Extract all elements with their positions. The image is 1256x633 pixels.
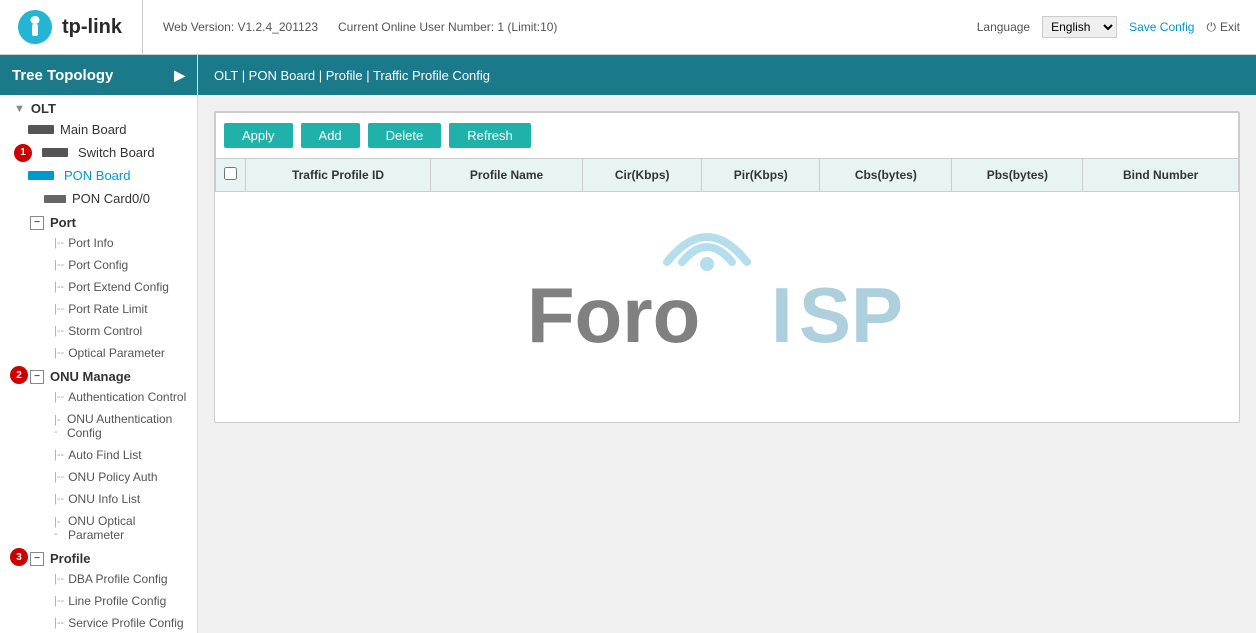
- breadcrumb: OLT | PON Board | Profile | Traffic Prof…: [214, 68, 490, 83]
- delete-button[interactable]: Delete: [368, 123, 442, 148]
- minus-icon: ▼: [14, 103, 25, 115]
- header: tp-link Web Version: V1.2.4_201123 Curre…: [0, 0, 1256, 55]
- badge-3: 3: [10, 548, 28, 566]
- col-cbs: Cbs(bytes): [820, 159, 952, 192]
- col-checkbox: [216, 159, 246, 192]
- svg-text:Foro: Foro: [527, 271, 700, 359]
- sidebar-tree: ▼ OLT Main Board 1 Switch Board PON Boar…: [0, 95, 197, 633]
- col-traffic-profile-id: Traffic Profile ID: [246, 159, 431, 192]
- col-pir: Pir(Kbps): [702, 159, 820, 192]
- add-button[interactable]: Add: [301, 123, 360, 148]
- sidebar-item-main-board[interactable]: Main Board: [0, 118, 197, 141]
- header-info: Web Version: V1.2.4_201123 Current Onlin…: [143, 20, 977, 34]
- language-select[interactable]: English Chinese: [1042, 16, 1117, 38]
- sidebar-section-profile[interactable]: 3 − Profile: [0, 546, 197, 568]
- refresh-button[interactable]: Refresh: [449, 123, 531, 148]
- col-bind-number: Bind Number: [1083, 159, 1239, 192]
- brand-name: tp-link: [62, 16, 122, 39]
- minus-box-profile: −: [30, 552, 44, 566]
- breadcrumb-bar: OLT | PON Board | Profile | Traffic Prof…: [198, 55, 1256, 95]
- header-right: Language English Chinese Save Config ⏻ E…: [977, 16, 1240, 38]
- col-cir: Cir(Kbps): [583, 159, 702, 192]
- logo-area: tp-link: [16, 0, 143, 54]
- sidebar-item-port-config[interactable]: Port Config: [0, 254, 197, 276]
- collapse-arrow-icon[interactable]: ▶: [174, 67, 185, 84]
- button-row: Apply Add Delete Refresh: [215, 112, 1239, 158]
- badge-1: 1: [14, 144, 32, 162]
- sidebar-item-port-rate-limit[interactable]: Port Rate Limit: [0, 298, 197, 320]
- tp-link-logo: [16, 8, 54, 46]
- sidebar-item-auth-control[interactable]: Authentication Control: [0, 386, 197, 408]
- device-icon-main: [28, 125, 54, 134]
- sidebar-section-onu-manage[interactable]: 2 − ONU Manage: [0, 364, 197, 386]
- sidebar-item-storm-control[interactable]: Storm Control: [0, 320, 197, 342]
- sidebar: Tree Topology ▶ ▼ OLT Main Board 1 Switc…: [0, 55, 198, 633]
- table-container: Apply Add Delete Refresh Traffic Profile…: [214, 111, 1240, 423]
- sidebar-item-pon-board[interactable]: PON Board: [0, 164, 197, 187]
- sidebar-item-dba-profile[interactable]: DBA Profile Config: [0, 568, 197, 590]
- save-config-button[interactable]: Save Config: [1129, 20, 1194, 34]
- sidebar-section-port[interactable]: − Port: [0, 210, 197, 232]
- tree-topology-header: Tree Topology ▶: [0, 55, 197, 95]
- col-pbs: Pbs(bytes): [952, 159, 1083, 192]
- sidebar-item-onu-policy-auth[interactable]: ONU Policy Auth: [0, 466, 197, 488]
- main-layout: Tree Topology ▶ ▼ OLT Main Board 1 Switc…: [0, 55, 1256, 633]
- minus-box-port: −: [30, 216, 44, 230]
- svg-text:SP: SP: [799, 271, 903, 359]
- col-profile-name: Profile Name: [430, 159, 582, 192]
- power-icon: ⏻: [1206, 20, 1216, 35]
- foroisp-watermark: Foro I SP: [507, 232, 947, 382]
- exit-button[interactable]: ⏻ Exit: [1206, 20, 1240, 35]
- language-label: Language: [977, 20, 1030, 34]
- sidebar-item-switch-board[interactable]: 1 Switch Board: [0, 141, 197, 164]
- sidebar-item-port-extend-config[interactable]: Port Extend Config: [0, 276, 197, 298]
- sidebar-item-service-profile[interactable]: Service Profile Config: [0, 612, 197, 633]
- tree-topology-title: Tree Topology: [12, 67, 113, 84]
- sidebar-item-onu-optical-param[interactable]: ONU Optical Parameter: [0, 510, 197, 546]
- sidebar-item-pon-card[interactable]: PON Card0/0: [0, 187, 197, 210]
- sidebar-item-optical-parameter[interactable]: Optical Parameter: [0, 342, 197, 364]
- apply-button[interactable]: Apply: [224, 123, 293, 148]
- badge-2: 2: [10, 366, 28, 384]
- device-icon-pon-card: [44, 195, 66, 203]
- page-content: Apply Add Delete Refresh Traffic Profile…: [198, 95, 1256, 633]
- content-area: OLT | PON Board | Profile | Traffic Prof…: [198, 55, 1256, 633]
- select-all-checkbox[interactable]: [224, 167, 237, 180]
- online-users: Current Online User Number: 1 (Limit:10): [338, 20, 557, 34]
- web-version: Web Version: V1.2.4_201123: [163, 20, 318, 34]
- sidebar-item-onu-info-list[interactable]: ONU Info List: [0, 488, 197, 510]
- minus-box-onu: −: [30, 370, 44, 384]
- sidebar-item-line-profile[interactable]: Line Profile Config: [0, 590, 197, 612]
- sidebar-item-port-info[interactable]: Port Info: [0, 232, 197, 254]
- sidebar-item-onu-auth-config[interactable]: ONU Authentication Config: [0, 408, 197, 444]
- device-icon-pon: [28, 171, 54, 180]
- svg-text:I: I: [771, 271, 793, 359]
- watermark-area: Foro I SP: [215, 192, 1239, 422]
- sidebar-item-olt[interactable]: ▼ OLT: [0, 95, 197, 118]
- data-table: Traffic Profile ID Profile Name Cir(Kbps…: [215, 158, 1239, 192]
- sidebar-item-auto-find-list[interactable]: Auto Find List: [0, 444, 197, 466]
- device-icon-switch: [42, 148, 68, 157]
